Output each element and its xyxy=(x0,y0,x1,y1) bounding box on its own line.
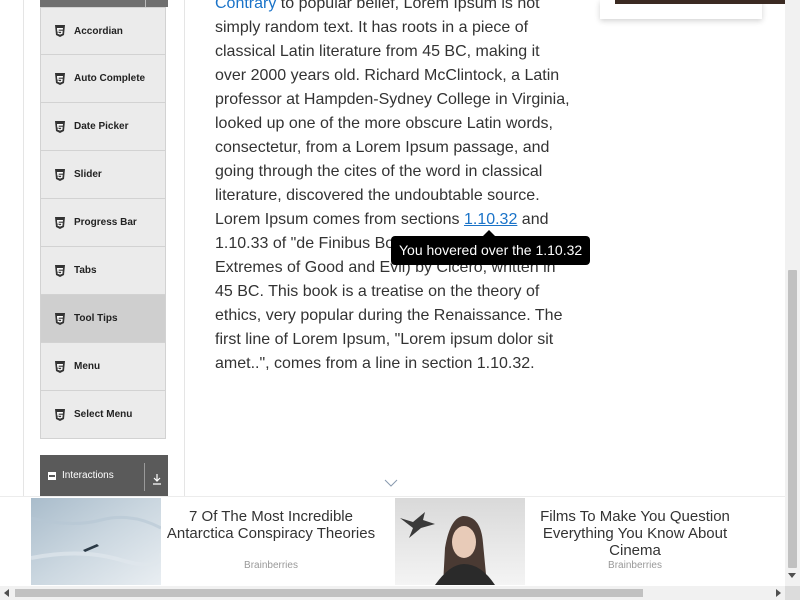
sidebar: Accordian Auto Complete Date Picker Slid… xyxy=(24,0,185,528)
download-icon[interactable] xyxy=(152,473,162,485)
sidebar-item-label: Accordian xyxy=(74,25,123,37)
sidebar-section-label: Interactions xyxy=(62,470,114,481)
article-text: Contrary to popular belief, Lorem Ipsum … xyxy=(215,0,575,376)
html5-icon xyxy=(55,120,65,133)
sidebar-item-menu[interactable]: Menu xyxy=(40,343,166,391)
scroll-down-arrow-icon[interactable] xyxy=(788,573,796,578)
scroll-left-arrow-icon[interactable] xyxy=(4,589,9,597)
chevron-down-icon[interactable] xyxy=(384,478,398,488)
sidebar-item-label: Select Menu xyxy=(74,409,133,420)
ad-item[interactable]: 7 Of The Most Incredible Antarctica Cons… xyxy=(31,498,391,586)
html5-icon xyxy=(55,312,65,325)
woman-with-bird-photo[interactable] xyxy=(395,498,525,585)
scrollbar-corner xyxy=(785,586,800,600)
sidebar-item-slider[interactable]: Slider xyxy=(40,151,166,199)
sidebar-section-header-collapsed[interactable] xyxy=(40,0,168,7)
sidebar-item-tool-tips[interactable]: Tool Tips xyxy=(40,295,166,343)
html5-icon xyxy=(55,216,65,229)
sidebar-item-label: Date Picker xyxy=(74,121,129,132)
minus-icon xyxy=(48,471,56,480)
sidebar-item-label: Menu xyxy=(74,361,101,372)
html5-icon xyxy=(55,408,65,421)
horizontal-scrollbar-thumb[interactable] xyxy=(15,589,643,597)
side-ad-image xyxy=(615,0,785,4)
sidebar-item-label: Progress Bar xyxy=(74,217,137,228)
ad-title[interactable]: 7 Of The Most Incredible Antarctica Cons… xyxy=(166,508,376,542)
scroll-right-arrow-icon[interactable] xyxy=(776,589,781,597)
html5-icon xyxy=(55,72,65,85)
sidebar-section-interactions[interactable]: Interactions xyxy=(40,455,168,496)
sidebar-menu: Accordian Auto Complete Date Picker Slid… xyxy=(40,7,166,439)
contrary-link[interactable]: Contrary xyxy=(215,0,276,12)
antarctica-ice-photo[interactable] xyxy=(31,498,161,585)
sidebar-item-label: Slider xyxy=(74,169,102,180)
horizontal-scrollbar[interactable] xyxy=(0,586,800,600)
sidebar-item-select-menu[interactable]: Select Menu xyxy=(40,391,166,439)
sidebar-item-auto-complete[interactable]: Auto Complete xyxy=(40,55,166,103)
sidebar-item-label: Tabs xyxy=(74,265,97,276)
sidebar-item-accordian[interactable]: Accordian xyxy=(40,7,166,55)
html5-icon xyxy=(55,360,65,373)
tooltip: You hovered over the 1.10.32 xyxy=(391,230,591,265)
sidebar-item-label: Auto Complete xyxy=(74,73,146,84)
article-text-part1: to popular belief, Lorem Ipsum is not si… xyxy=(215,0,570,228)
section-link-1-10-32[interactable]: 1.10.32 xyxy=(464,211,517,228)
section-divider xyxy=(144,463,145,491)
ad-item[interactable]: Films To Make You Question Everything Yo… xyxy=(395,498,755,586)
side-ad-card[interactable] xyxy=(600,0,785,19)
ad-title[interactable]: Films To Make You Question Everything Yo… xyxy=(530,508,740,559)
bottom-ad-bar: 7 Of The Most Incredible Antarctica Cons… xyxy=(0,496,785,586)
ad-source: Brainberries xyxy=(608,560,662,571)
sidebar-item-label: Tool Tips xyxy=(74,313,118,324)
ad-source: Brainberries xyxy=(244,560,298,571)
html5-icon xyxy=(55,264,65,277)
sidebar-item-tabs[interactable]: Tabs xyxy=(40,247,166,295)
sidebar-item-date-picker[interactable]: Date Picker xyxy=(40,103,166,151)
vertical-scrollbar-thumb[interactable] xyxy=(788,270,797,568)
sidebar-item-progress-bar[interactable]: Progress Bar xyxy=(40,199,166,247)
html5-icon xyxy=(55,25,65,37)
vertical-scrollbar[interactable] xyxy=(785,0,800,586)
html5-icon xyxy=(55,168,65,181)
